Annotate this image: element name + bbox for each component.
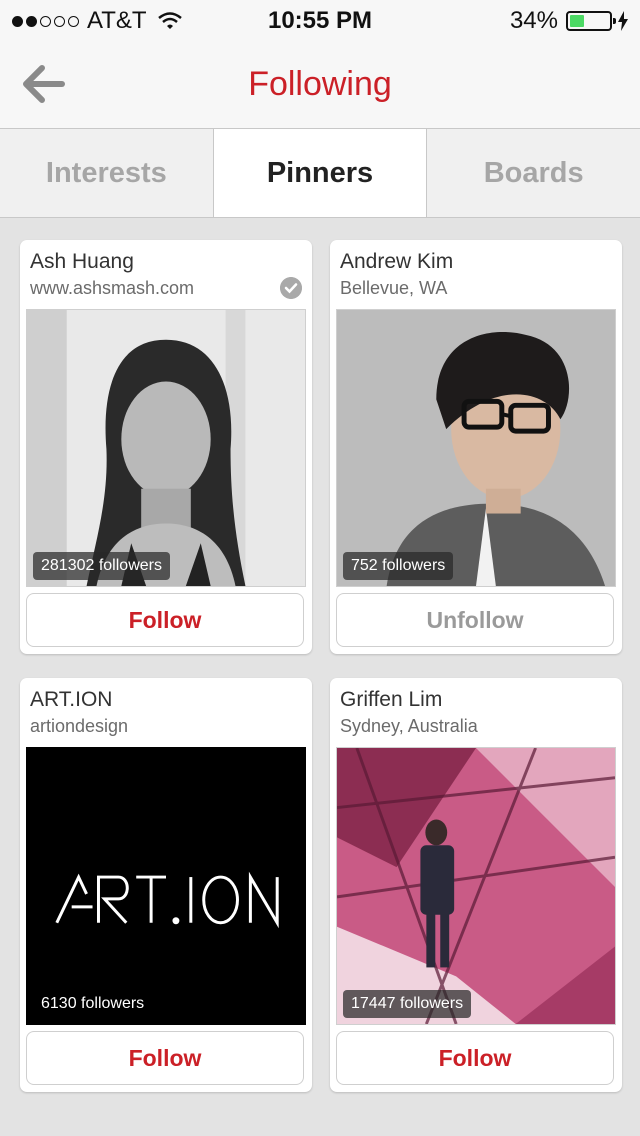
navigation-bar: Following (0, 40, 640, 129)
follow-button[interactable]: Follow (26, 1031, 304, 1085)
battery-icon (566, 11, 616, 31)
tab-pinners[interactable]: Pinners (213, 129, 428, 217)
unfollow-button[interactable]: Unfollow (336, 593, 614, 647)
status-bar: AT&T 10:55 PM 34% (0, 0, 640, 40)
follow-button[interactable]: Follow (336, 1031, 614, 1085)
page-title: Following (248, 65, 392, 103)
verified-check-icon (280, 277, 302, 299)
profile-photo[interactable]: 752 followers (336, 309, 616, 587)
pinner-name[interactable]: Andrew Kim (340, 250, 453, 274)
battery-percent: 34% (509, 7, 558, 34)
follower-count: 752 followers (343, 552, 454, 580)
pinner-name[interactable]: Griffen Lim (340, 688, 442, 712)
tab-interests[interactable]: Interests (0, 129, 214, 217)
segmented-tabs: Interests Pinners Boards (0, 129, 640, 218)
pinner-subtitle: www.ashsmash.com (30, 278, 195, 298)
follower-count: 6130 followers (41, 995, 145, 1012)
pinner-card[interactable]: Griffen Lim Sydney, Australia 17447 foll… (330, 678, 622, 1092)
pinner-name[interactable]: Ash Huang (30, 250, 134, 274)
charging-icon (618, 11, 628, 31)
pinner-subtitle: Bellevue, WA (340, 278, 448, 298)
pinner-card[interactable]: Ash Huang www.ashsmash.com 281302 follow… (20, 240, 312, 654)
tab-boards[interactable]: Boards (427, 129, 640, 217)
griffen-photo-image (337, 748, 615, 1024)
follower-count: 17447 followers (343, 990, 472, 1018)
artion-logo-image (27, 748, 305, 1024)
profile-photo[interactable]: 281302 followers (26, 309, 306, 587)
pinner-card[interactable]: Andrew Kim Bellevue, WA 752 followers Un… (330, 240, 622, 654)
pinner-name[interactable]: ART.ION (30, 688, 112, 712)
status-right: 34% (510, 7, 628, 35)
ash-portrait-image (27, 310, 305, 586)
pinner-subtitle: Sydney, Australia (340, 716, 478, 736)
andrew-portrait-image (337, 310, 615, 586)
pinner-card[interactable]: ART.ION artiondesign 6130 followers Foll… (20, 678, 312, 1092)
follower-count: 281302 followers (33, 552, 170, 580)
profile-photo[interactable]: 6130 followers (26, 747, 306, 1025)
follow-button[interactable]: Follow (26, 593, 304, 647)
pinner-subtitle: artiondesign (30, 716, 129, 736)
profile-photo[interactable]: 17447 followers (336, 747, 616, 1025)
